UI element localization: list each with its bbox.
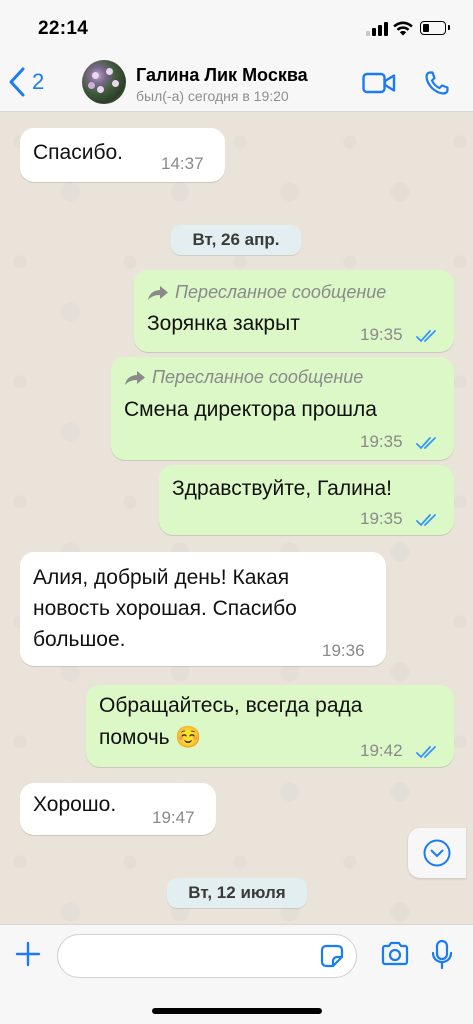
phone-icon: [425, 71, 449, 95]
home-indicator: [152, 1008, 322, 1014]
sticker-icon: [320, 944, 344, 968]
forward-arrow-icon: [125, 370, 145, 385]
message-bubble-outgoing[interactable]: Пересланное сообщение Зорянка закрыт 19:…: [134, 270, 454, 352]
message-text: Здравствуйте, Галина!: [172, 477, 392, 500]
status-bar: 22:14: [0, 0, 473, 56]
message-bubble-incoming[interactable]: Спасибо. 14:37: [20, 128, 225, 182]
avatar[interactable]: [82, 60, 126, 104]
camera-button[interactable]: [380, 941, 410, 972]
camera-icon: [381, 941, 409, 966]
plus-icon: [15, 941, 41, 967]
message-input-bar: [0, 924, 473, 1024]
video-camera-icon: [362, 72, 396, 94]
video-call-button[interactable]: [362, 72, 396, 99]
sticker-button[interactable]: [320, 944, 344, 973]
contact-status: был(-а) сегодня в 19:20: [136, 88, 289, 104]
message-bubble-outgoing[interactable]: Обращайтесь, всегда рада помочь ☺️ 19:42: [86, 685, 454, 767]
date-label: Вт, 26 апр.: [192, 230, 280, 249]
double-check-icon: [416, 330, 436, 343]
message-text: Смена директора прошла: [124, 398, 377, 421]
message-time: 19:36: [322, 641, 365, 660]
forwarded-label: Пересланное сообщение: [147, 282, 386, 303]
date-separator: Вт, 12 июля: [167, 878, 307, 908]
forwarded-text: Пересланное сообщение: [175, 282, 387, 302]
wifi-icon: [393, 21, 413, 36]
microphone-icon: [431, 939, 453, 970]
message-time: 19:35: [360, 432, 403, 451]
message-time: 19:35: [360, 325, 403, 344]
message-input[interactable]: [57, 934, 357, 978]
signal-icon: [366, 22, 388, 36]
message-text-line: Обращайтесь, всегда рада: [99, 694, 363, 717]
message-time: 19:47: [152, 808, 195, 827]
voice-call-button[interactable]: [424, 70, 450, 101]
message-text: Зорянка закрыт: [147, 312, 300, 335]
forward-arrow-icon: [148, 285, 168, 300]
back-button[interactable]: 2: [8, 64, 44, 100]
chevron-left-icon: [9, 67, 25, 97]
double-check-icon: [416, 514, 436, 527]
chevron-down-icon: [423, 839, 451, 867]
message-text-line: новость хорошая. Спасибо: [33, 597, 297, 620]
forwarded-text: Пересланное сообщение: [152, 367, 364, 387]
message-time: 14:37: [161, 154, 204, 173]
message-text: Хорошо.: [33, 793, 117, 816]
double-check-icon: [416, 746, 436, 759]
message-time: 19:42: [360, 741, 403, 760]
double-check-icon: [416, 437, 436, 450]
date-separator: Вт, 26 апр.: [171, 225, 301, 255]
scroll-to-bottom-button[interactable]: [408, 828, 466, 878]
battery-icon: [420, 21, 450, 35]
message-text-line: помочь ☺️: [99, 726, 202, 749]
message-text: Спасибо.: [33, 141, 123, 164]
unread-count: 2: [32, 69, 45, 94]
contact-name[interactable]: Галина Лик Москва: [136, 65, 308, 86]
attach-button[interactable]: [14, 940, 42, 973]
message-bubble-outgoing[interactable]: Пересланное сообщение Смена директора пр…: [111, 357, 454, 460]
message-time: 19:35: [360, 509, 403, 528]
chat-header: 2 Галина Лик Москва был(-а) сегодня в 19…: [0, 56, 473, 112]
date-label: Вт, 12 июля: [188, 883, 286, 902]
message-bubble-outgoing[interactable]: Здравствуйте, Галина! 19:35: [159, 465, 454, 535]
message-text-line: большое.: [33, 628, 126, 651]
message-text-line: Алия, добрый день! Какая: [33, 566, 290, 589]
message-bubble-incoming[interactable]: Алия, добрый день! Какая новость хорошая…: [20, 552, 386, 666]
forwarded-label: Пересланное сообщение: [124, 367, 363, 388]
voice-message-button[interactable]: [430, 939, 454, 976]
status-time: 22:14: [38, 18, 89, 39]
message-bubble-incoming[interactable]: Хорошо. 19:47: [20, 783, 216, 835]
